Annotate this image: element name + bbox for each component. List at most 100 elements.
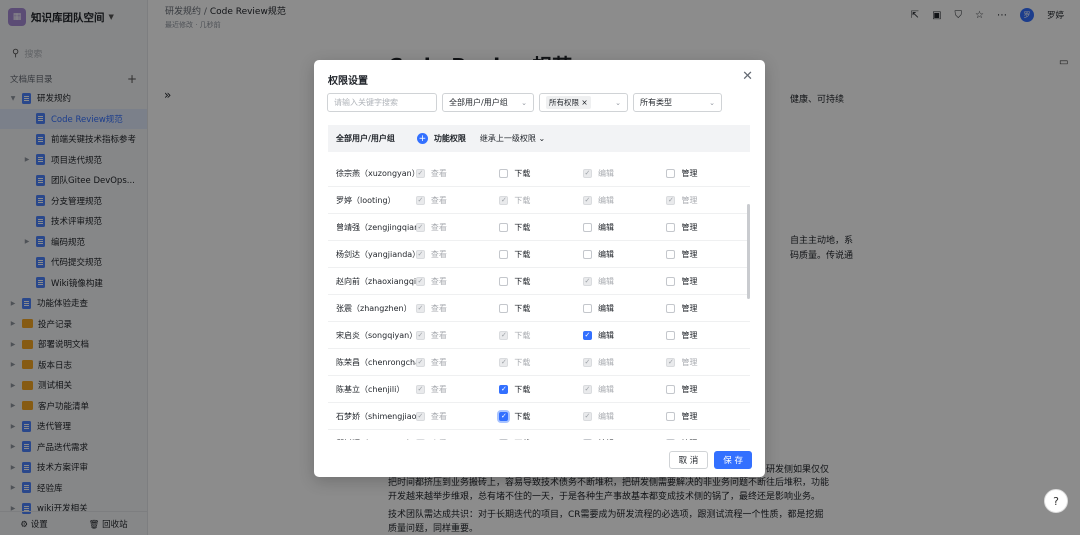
checkbox-label: 下载 bbox=[514, 303, 531, 313]
checkbox-download[interactable]: ✓ bbox=[499, 411, 509, 421]
chevron-down-icon: ⌄ bbox=[615, 98, 621, 107]
checkbox-manage[interactable] bbox=[666, 303, 676, 313]
save-button[interactable]: 保 存 bbox=[714, 451, 752, 469]
keyword-search-input[interactable]: 请输入关键字搜索 bbox=[327, 93, 437, 112]
add-user-icon[interactable]: + bbox=[416, 133, 428, 144]
checkbox-label: 管理 bbox=[681, 222, 698, 232]
table-row: 罗婷（looting） ✓ 查看 ✓ 下载 ✓ 编辑 ✓ 管理 bbox=[328, 187, 750, 214]
checkbox-view: ✓ bbox=[415, 384, 425, 394]
checkbox-label: 查看 bbox=[430, 168, 447, 178]
checkbox-edit[interactable] bbox=[582, 249, 592, 259]
checkbox-label: 下载 bbox=[514, 357, 531, 367]
checkbox-view: ✓ bbox=[415, 438, 425, 440]
close-icon[interactable]: ✕ bbox=[742, 69, 753, 84]
checkbox-download[interactable] bbox=[499, 303, 509, 313]
permission-download: 下载 bbox=[499, 222, 583, 233]
table-row: 赵向前（zhaoxiangqia...✓查看下载✓编辑管理 bbox=[328, 268, 750, 295]
permission-download: ✓ 下载 bbox=[499, 195, 583, 206]
checkbox-manage[interactable] bbox=[666, 384, 676, 394]
checkbox-edit: ✓ bbox=[582, 195, 592, 205]
permission-edit: ✓ 编辑 bbox=[582, 195, 667, 206]
checkbox-label: 下载 bbox=[514, 411, 531, 421]
checkbox-manage[interactable] bbox=[666, 168, 676, 178]
checkbox-view: ✓ bbox=[415, 411, 425, 421]
permission-view: ✓ 查看 bbox=[415, 330, 500, 341]
checkbox-edit: ✓ bbox=[582, 168, 592, 178]
checkbox-download: ✓ bbox=[499, 195, 509, 205]
tag-close-icon[interactable]: × bbox=[581, 98, 587, 107]
inherit-label: 继承上一级权限 bbox=[479, 134, 536, 143]
checkbox-label: 编辑 bbox=[598, 438, 614, 441]
checkbox-label: 管理 bbox=[681, 249, 698, 259]
checkbox-label: 管理 bbox=[681, 303, 698, 313]
checkbox-manage[interactable] bbox=[666, 438, 676, 440]
permission-manage: 管理 bbox=[666, 438, 750, 440]
dialog-title: 权限设置 bbox=[328, 76, 368, 87]
permission-edit: ✓ 编辑 bbox=[582, 330, 667, 341]
permission-edit: 编辑 bbox=[582, 438, 667, 441]
permission-download: ✓ 下载 bbox=[499, 357, 583, 368]
permission-download: 下载 bbox=[499, 168, 583, 179]
checkbox-edit[interactable] bbox=[582, 303, 592, 313]
permission-download: ✓ 下载 bbox=[499, 411, 583, 422]
table-scrollbar[interactable] bbox=[747, 204, 750, 299]
checkbox-label: 管理 bbox=[681, 357, 698, 367]
checkbox-manage[interactable] bbox=[666, 249, 676, 259]
checkbox-label: 管理 bbox=[681, 168, 698, 178]
checkbox-label: 查看 bbox=[430, 276, 447, 286]
permission-edit: ✓ 编辑 bbox=[582, 384, 667, 395]
checkbox-label: 查看 bbox=[430, 357, 447, 367]
table-row: 曾靖强（zengjingqiang...✓ 查看 下载 编辑 管理 bbox=[328, 214, 750, 241]
permission-view: ✓ 查看 bbox=[415, 357, 500, 368]
dialog-footer: 取 消 保 存 bbox=[668, 451, 752, 469]
checkbox-edit[interactable] bbox=[582, 438, 592, 440]
help-icon[interactable]: ? bbox=[1044, 489, 1068, 513]
checkbox-download[interactable] bbox=[499, 438, 509, 440]
table-row: 张震（zhangzhen） ✓ 查看 下载 编辑 管理 bbox=[328, 295, 750, 322]
table-row: 宋启炎（songqiyan） ✓ 查看 ✓ 下载 ✓ 编辑 管理 bbox=[328, 322, 750, 349]
permission-edit: 编辑 bbox=[582, 303, 667, 314]
search-placeholder: 请输入关键字搜索 bbox=[334, 98, 398, 107]
inherit-dropdown[interactable]: 继承上一级权限 ⌄ bbox=[480, 133, 545, 144]
checkbox-manage[interactable] bbox=[666, 276, 676, 286]
checkbox-view: ✓ bbox=[415, 249, 425, 259]
checkbox-download[interactable] bbox=[499, 168, 509, 178]
column-function: 功能权限 bbox=[433, 134, 466, 143]
checkbox-manage[interactable] bbox=[666, 330, 676, 340]
checkbox-manage: ✓ bbox=[666, 195, 676, 205]
checkbox-label: 查看 bbox=[430, 195, 447, 205]
permission-filter-select[interactable]: 所有权限 × ⌄ bbox=[539, 93, 628, 112]
permission-download: 下载 bbox=[499, 303, 583, 314]
checkbox-edit: ✓ bbox=[582, 357, 592, 367]
checkbox-download[interactable] bbox=[499, 222, 509, 232]
permission-tag: 所有权限 × bbox=[546, 96, 591, 109]
checkbox-download[interactable] bbox=[499, 249, 509, 259]
checkbox-label: 管理 bbox=[681, 276, 698, 286]
permission-manage: ✓ 管理 bbox=[666, 357, 750, 368]
permission-manage: 管理 bbox=[666, 249, 750, 260]
checkbox-edit: ✓ bbox=[582, 411, 592, 421]
checkbox-manage[interactable] bbox=[666, 222, 676, 232]
checkbox-download[interactable]: ✓ bbox=[499, 384, 509, 394]
checkbox-label: 查看 bbox=[430, 330, 447, 340]
user-filter-select[interactable]: 全部用户/用户组 ⌄ bbox=[442, 93, 534, 112]
checkbox-label: 下载 bbox=[514, 276, 531, 286]
cancel-button[interactable]: 取 消 bbox=[668, 451, 709, 469]
checkbox-label: 管理 bbox=[681, 411, 698, 421]
checkbox-edit[interactable]: ✓ bbox=[582, 330, 592, 340]
user-name-cell: 陈基立（chenjili） bbox=[336, 384, 405, 394]
checkbox-label: 管理 bbox=[681, 330, 698, 340]
checkbox-download[interactable] bbox=[499, 276, 509, 286]
checkbox-manage[interactable] bbox=[666, 411, 676, 421]
checkbox-view: ✓ bbox=[415, 195, 425, 205]
type-filter-select[interactable]: 所有类型 ⌄ bbox=[633, 93, 722, 112]
checkbox-label: 下载 bbox=[514, 222, 531, 232]
permission-manage: 管理 bbox=[666, 330, 750, 341]
user-filter-value: 全部用户/用户组 bbox=[449, 98, 508, 107]
checkbox-label: 下载 bbox=[514, 195, 531, 205]
permission-view: ✓ 查看 bbox=[415, 195, 500, 206]
checkbox-edit[interactable] bbox=[582, 222, 592, 232]
chevron-down-icon: ⌄ bbox=[709, 98, 715, 107]
user-name-cell: 赵向前（zhaoxiangqia... bbox=[336, 276, 416, 286]
checkbox-edit: ✓ bbox=[582, 384, 592, 394]
